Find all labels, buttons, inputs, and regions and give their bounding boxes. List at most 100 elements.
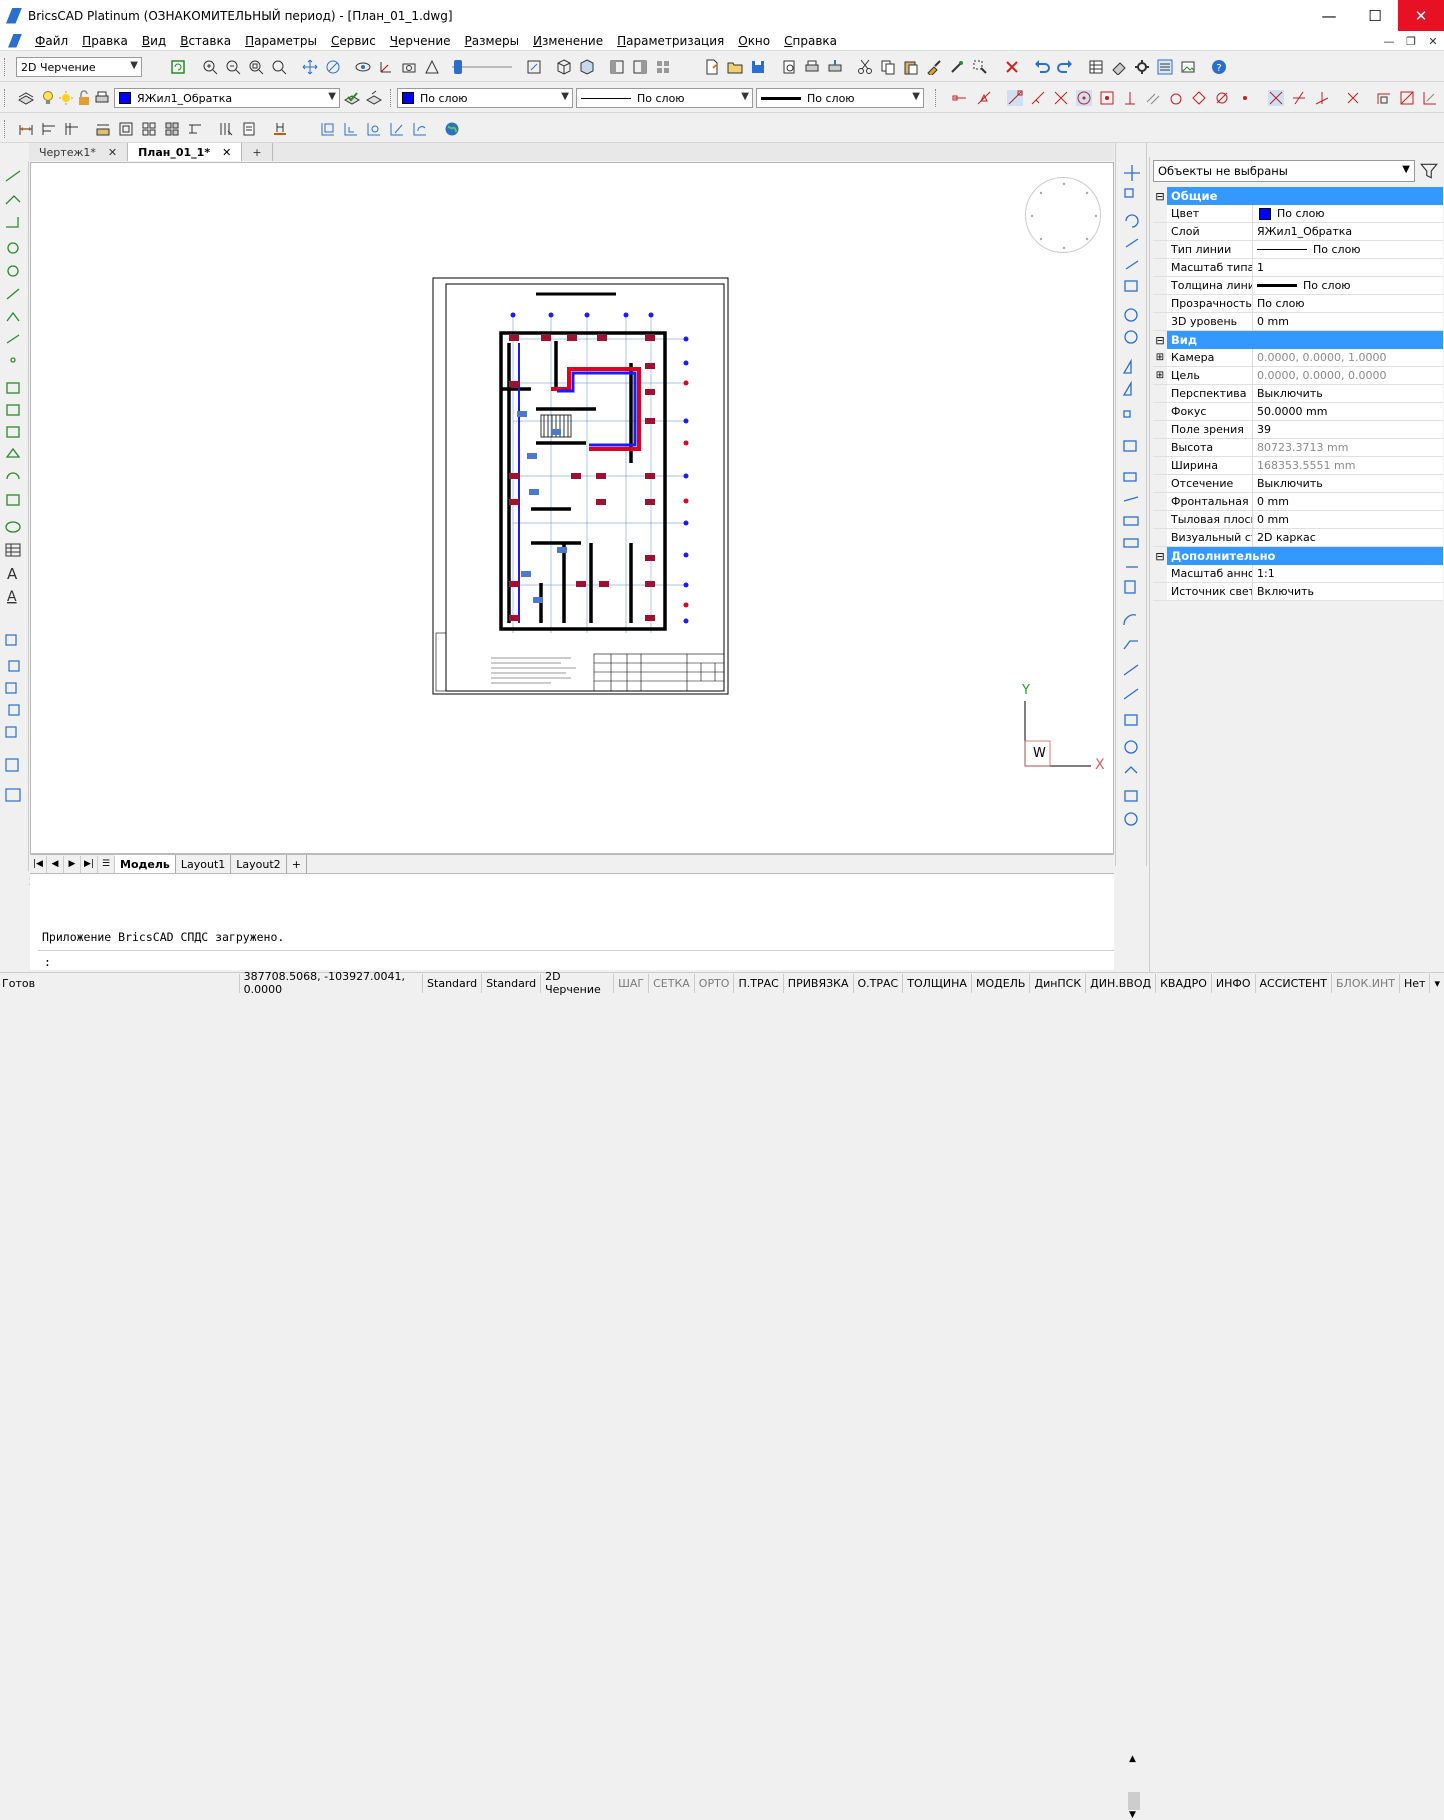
close-button[interactable]: ✕	[1398, 0, 1444, 31]
status-toggle-0[interactable]: Standard	[422, 973, 481, 993]
camera-icon[interactable]	[401, 59, 417, 75]
command-input[interactable]: :	[38, 950, 1114, 970]
doc-minimize-button[interactable]: —	[1378, 31, 1400, 51]
attribute-edit-icon[interactable]	[1124, 740, 1138, 754]
undo-icon[interactable]	[1034, 59, 1050, 75]
dim-update-icon[interactable]	[218, 121, 234, 137]
dim-linear-icon[interactable]	[18, 121, 34, 137]
arc-tool-icon[interactable]	[6, 288, 20, 300]
offset-tool-icon[interactable]	[5, 682, 17, 694]
layout-list-icon[interactable]: ☰	[98, 855, 115, 873]
align-icon[interactable]	[1124, 330, 1138, 344]
property-row[interactable]: ⊞ Камера 0.0000, 0.0000, 1.0000	[1153, 349, 1443, 367]
ucs-icon[interactable]	[378, 59, 394, 75]
spline-edit-icon[interactable]	[1123, 688, 1139, 700]
mirror-icon[interactable]	[1122, 358, 1132, 374]
status-toggle-2[interactable]: 2D Черчение	[540, 970, 613, 996]
first-layout-button[interactable]: |◀	[30, 855, 47, 873]
menu-settings[interactable]: Параметры	[238, 34, 324, 48]
dim-diameter-icon[interactable]	[389, 121, 405, 137]
snap-insertion-icon[interactable]	[1214, 90, 1230, 106]
move-icon[interactable]	[1124, 165, 1140, 181]
snap-3d-icon[interactable]	[1399, 90, 1415, 106]
toolbar-grip[interactable]	[4, 89, 7, 107]
property-row[interactable]: Высота 80723.3713 mm	[1153, 439, 1443, 457]
menu-edit[interactable]: Правка	[75, 34, 135, 48]
render-icon[interactable]	[579, 59, 595, 75]
status-toggle-17[interactable]: Нет	[1399, 973, 1429, 993]
zoom-out-icon[interactable]	[225, 59, 241, 75]
status-toggle-13[interactable]: КВАДРО	[1155, 973, 1211, 993]
snap-quadrant-icon[interactable]	[1099, 90, 1115, 106]
snap-intersection-icon[interactable]	[1053, 90, 1069, 106]
spline-tool-icon[interactable]	[6, 311, 20, 322]
workspace-select[interactable]: 2D Черчение ▼	[16, 57, 142, 77]
dim-radius-icon[interactable]	[366, 121, 382, 137]
help-icon[interactable]: ?	[1211, 59, 1227, 75]
property-value[interactable]: ЯЖил1_Обратка	[1253, 223, 1443, 240]
property-value[interactable]: Выключить	[1253, 385, 1443, 402]
dim-align-icon[interactable]	[320, 121, 336, 137]
prev-layout-button[interactable]: ◀	[47, 855, 64, 873]
property-value[interactable]: По слою	[1253, 277, 1443, 294]
last-layout-button[interactable]: ▶|	[81, 855, 98, 873]
expand-icon[interactable]: ⊞	[1153, 349, 1167, 366]
toolbar-grip[interactable]	[4, 58, 7, 76]
circle-tool-icon[interactable]	[7, 242, 19, 254]
break-icon[interactable]	[1123, 516, 1139, 526]
status-toggle-11[interactable]: ДинПСК	[1029, 973, 1085, 993]
maximize-button[interactable]: ☐	[1352, 0, 1398, 31]
redo-icon[interactable]	[1057, 59, 1073, 75]
copy-tool-icon[interactable]	[5, 634, 17, 646]
extend-icon[interactable]	[1123, 496, 1139, 502]
status-toggle-12[interactable]: ДИН.ВВОД	[1085, 973, 1155, 993]
snap-nearest-icon[interactable]	[1237, 90, 1253, 106]
mirror3d-icon[interactable]	[1122, 380, 1132, 396]
rotate-icon[interactable]	[1125, 214, 1139, 228]
point-tool-icon[interactable]	[10, 357, 16, 363]
dim-baseline-icon[interactable]	[41, 121, 57, 137]
zoom-window-icon[interactable]	[248, 59, 264, 75]
menu-parametric[interactable]: Параметризация	[610, 34, 731, 48]
property-section-header[interactable]: ⊟ Дополнительно	[1153, 547, 1443, 565]
layer-manager-icon[interactable]	[18, 90, 34, 106]
expand-icon[interactable]: ⊞	[1153, 367, 1167, 384]
property-row[interactable]: Цвет По слою	[1153, 205, 1443, 223]
snap-arc-icon[interactable]	[1168, 90, 1184, 106]
collapse-icon[interactable]: ⊟	[1153, 187, 1167, 205]
make-current-layer-icon[interactable]	[344, 90, 360, 106]
lock-icon[interactable]	[76, 90, 92, 106]
snap-tangent-icon[interactable]	[1122, 90, 1138, 106]
offset-icon[interactable]	[1123, 440, 1137, 452]
properties-toggle-icon[interactable]	[1157, 59, 1173, 75]
lineweight-select[interactable]: По слою ▼	[756, 88, 924, 108]
open-file-icon[interactable]	[727, 59, 743, 75]
linetype-select[interactable]: По слою ▼	[576, 88, 753, 108]
dim-table-icon[interactable]	[141, 121, 157, 137]
collapse-icon[interactable]: ⊟	[1153, 331, 1167, 349]
property-value[interactable]: 168353.5551 mm	[1253, 457, 1443, 474]
menu-dimensions[interactable]: Размеры	[458, 34, 527, 48]
cube-icon[interactable]	[556, 59, 572, 75]
text-tool-icon[interactable]: A	[7, 565, 18, 583]
mtext-tool-icon[interactable]: A	[7, 589, 17, 605]
property-value[interactable]: 0 mm	[1253, 511, 1443, 528]
status-menu-icon[interactable]: ▾	[1429, 973, 1444, 993]
property-value[interactable]: 2D каркас	[1253, 529, 1443, 546]
rectangle-tool-icon[interactable]	[6, 217, 19, 228]
add-layout-button[interactable]: +	[287, 855, 307, 873]
view-grid-icon[interactable]	[655, 59, 671, 75]
eye-icon[interactable]	[355, 59, 371, 75]
property-row[interactable]: Ширина 168353.5551 mm	[1153, 457, 1443, 475]
insert-block-icon[interactable]	[5, 758, 19, 772]
match-properties-icon[interactable]	[926, 59, 942, 75]
dim-ordinate-icon[interactable]	[95, 121, 111, 137]
refresh-icon[interactable]	[170, 59, 186, 75]
chamfer-icon[interactable]	[1123, 640, 1138, 650]
status-toggle-3[interactable]: ШАГ	[613, 973, 648, 993]
eraser-icon[interactable]	[1111, 59, 1127, 75]
filter-icon[interactable]	[1420, 162, 1438, 180]
explode-icon[interactable]	[1124, 280, 1138, 292]
line-tool-icon[interactable]	[5, 170, 21, 182]
block-tool-icon[interactable]	[6, 494, 20, 506]
